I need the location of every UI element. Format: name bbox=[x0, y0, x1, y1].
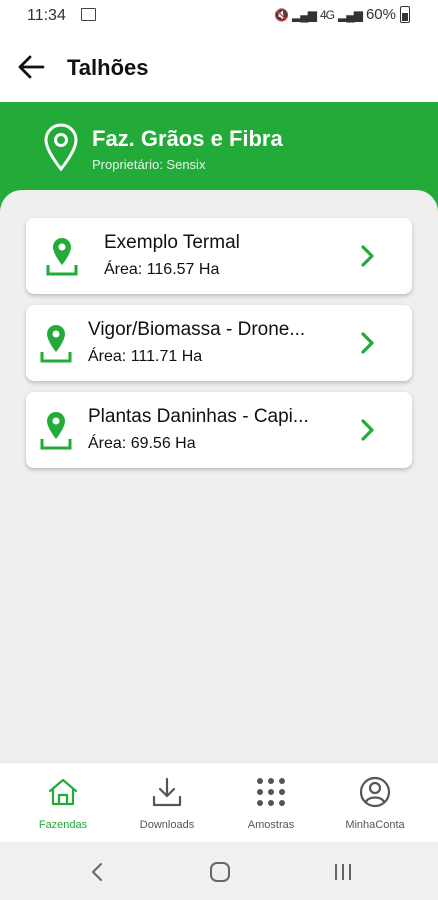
nav-downloads[interactable]: Downloads bbox=[112, 763, 222, 843]
battery-icon bbox=[400, 6, 410, 23]
chevron-right-icon bbox=[361, 245, 374, 267]
page-title: Talhões bbox=[67, 55, 149, 80]
app-bar: Talhões bbox=[0, 32, 438, 102]
mute-icon: 🔇 bbox=[274, 7, 289, 22]
field-area: Área: 69.56 Ha bbox=[88, 435, 196, 452]
nav-label: Downloads bbox=[139, 819, 195, 831]
nav-label: Fazendas bbox=[38, 819, 88, 831]
farm-owner: Proprietário: Sensix bbox=[92, 157, 206, 172]
farm-name: Faz. Grãos e Fibra bbox=[92, 126, 283, 151]
status-bar: 11:34 🔇 ▂▄▆ 4G ▂▄▆ 60% bbox=[0, 0, 438, 32]
field-area: Área: 116.57 Ha bbox=[104, 261, 220, 278]
field-name: Exemplo Termal bbox=[104, 232, 240, 253]
bottom-nav: Fazendas Downloads Amostras MinhaConta bbox=[0, 762, 438, 842]
field-card[interactable]: Exemplo Termal Área: 116.57 Ha bbox=[26, 218, 412, 294]
battery-percent: 60% bbox=[365, 6, 396, 23]
field-card[interactable]: Vigor/Biomassa - Drone... Área: 111.71 H… bbox=[26, 305, 412, 381]
field-area: Área: 111.71 Ha bbox=[88, 348, 203, 365]
field-location-icon bbox=[46, 238, 78, 276]
signal-icon-2: ▂▄▆ bbox=[338, 7, 363, 22]
nav-label: Amostras bbox=[247, 819, 295, 831]
field-card[interactable]: Plantas Daninhas - Capi... Área: 69.56 H… bbox=[26, 392, 412, 468]
status-indicators: 🔇 ▂▄▆ 4G ▂▄▆ 60% bbox=[274, 6, 410, 23]
network-type: 4G bbox=[319, 7, 335, 22]
nav-minhaconta[interactable]: MinhaConta bbox=[320, 763, 430, 843]
system-nav-bar bbox=[0, 842, 438, 900]
grid-dots-icon bbox=[257, 778, 285, 806]
system-home-icon[interactable] bbox=[208, 860, 232, 884]
home-icon bbox=[48, 778, 78, 806]
field-name: Plantas Daninhas - Capi... bbox=[88, 406, 309, 427]
chevron-right-icon bbox=[361, 419, 374, 441]
nav-fazendas[interactable]: Fazendas bbox=[8, 763, 118, 843]
field-list: Exemplo Termal Área: 116.57 Ha Vigor/Bio… bbox=[0, 190, 438, 762]
chevron-right-icon bbox=[361, 332, 374, 354]
account-icon bbox=[359, 776, 391, 808]
field-location-icon bbox=[40, 325, 72, 363]
signal-icon: ▂▄▆ bbox=[292, 7, 317, 22]
back-arrow-icon[interactable] bbox=[16, 52, 46, 82]
field-name: Vigor/Biomassa - Drone... bbox=[88, 319, 306, 340]
nav-label: MinhaConta bbox=[345, 819, 405, 831]
image-notification-icon bbox=[81, 8, 96, 21]
system-back-icon[interactable] bbox=[86, 860, 110, 884]
status-time: 11:34 bbox=[27, 7, 66, 24]
download-icon bbox=[152, 777, 182, 807]
system-recents-icon[interactable] bbox=[331, 860, 355, 884]
nav-amostras[interactable]: Amostras bbox=[216, 763, 326, 843]
location-pin-icon bbox=[44, 123, 78, 172]
field-location-icon bbox=[40, 412, 72, 450]
